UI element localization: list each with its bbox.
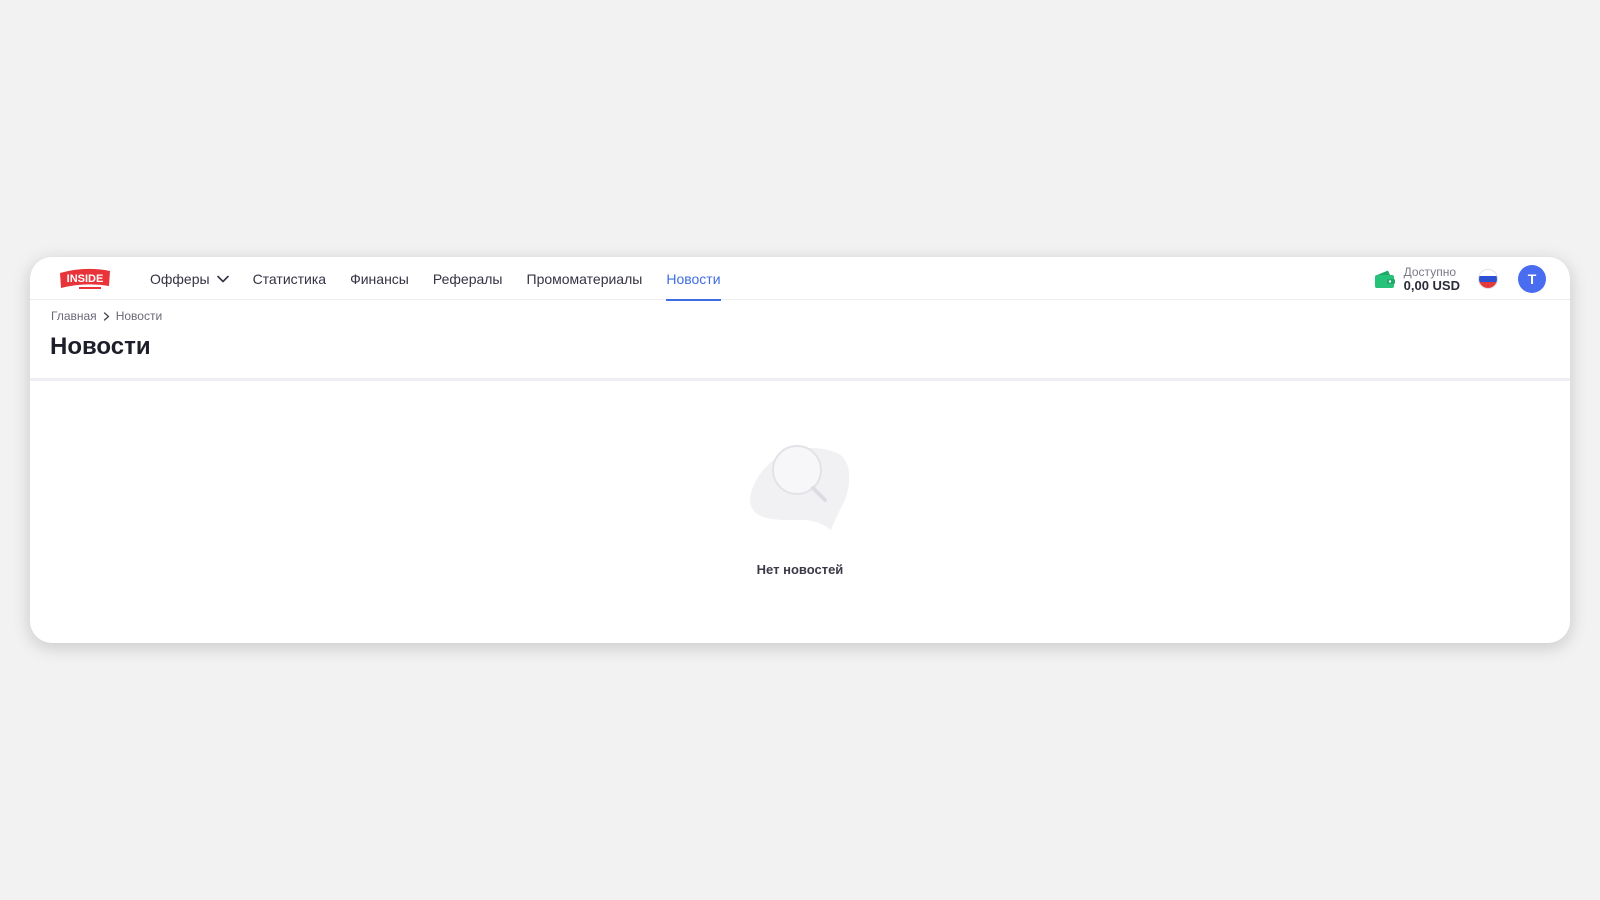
nav-item-statistics[interactable]: Статистика	[253, 257, 327, 300]
balance-value: 0,00 USD	[1403, 277, 1460, 293]
top-navigation-bar: INSIDE Офферы Статистика Финансы Реферал…	[30, 257, 1570, 301]
nav-item-news[interactable]: Новости	[666, 257, 721, 301]
nav-item-statistics-label: Статистика	[252, 270, 327, 287]
balance-label: Доступно	[1403, 264, 1456, 279]
balance-block[interactable]: Доступно 0,00 USD	[1404, 265, 1460, 293]
russia-flag-icon[interactable]	[1478, 268, 1498, 289]
nav-item-finances[interactable]: Финансы	[350, 257, 409, 300]
main-card: INSIDE Офферы Статистика Финансы Реферал…	[30, 257, 1570, 643]
breadcrumb: Главная Новости	[51, 309, 162, 323]
main-nav: Офферы Статистика Финансы Рефералы Промо…	[150, 257, 745, 301]
chevron-right-icon	[103, 311, 109, 321]
empty-state-message: Нет новостей	[756, 562, 844, 577]
logo-text: INSIDE	[67, 273, 104, 285]
page-title: Новости	[50, 333, 151, 360]
chevron-down-icon	[216, 275, 229, 282]
nav-item-referrals[interactable]: Рефералы	[433, 257, 503, 300]
header-divider	[30, 378, 1570, 381]
wallet-icon[interactable]	[1374, 269, 1396, 289]
nav-item-offers[interactable]: Офферы	[150, 257, 229, 300]
search-magnifier-icon	[750, 445, 850, 530]
nav-item-news-label: Новости	[666, 270, 721, 287]
inside-logo[interactable]: INSIDE	[57, 264, 113, 292]
nav-item-promo-materials-label: Промоматериалы	[526, 270, 643, 287]
nav-item-finances-label: Финансы	[350, 270, 409, 287]
nav-item-offers-label: Офферы	[150, 270, 210, 287]
nav-item-promo-materials[interactable]: Промоматериалы	[527, 257, 643, 300]
user-avatar[interactable]: T	[1518, 264, 1546, 293]
breadcrumb-current: Новости	[115, 309, 163, 323]
breadcrumb-home-link[interactable]: Главная	[51, 309, 97, 323]
nav-item-referrals-label: Рефералы	[432, 270, 503, 287]
account-area: Доступно 0,00 USD T	[1374, 257, 1546, 300]
empty-state: Нет новостей	[30, 442, 1570, 577]
